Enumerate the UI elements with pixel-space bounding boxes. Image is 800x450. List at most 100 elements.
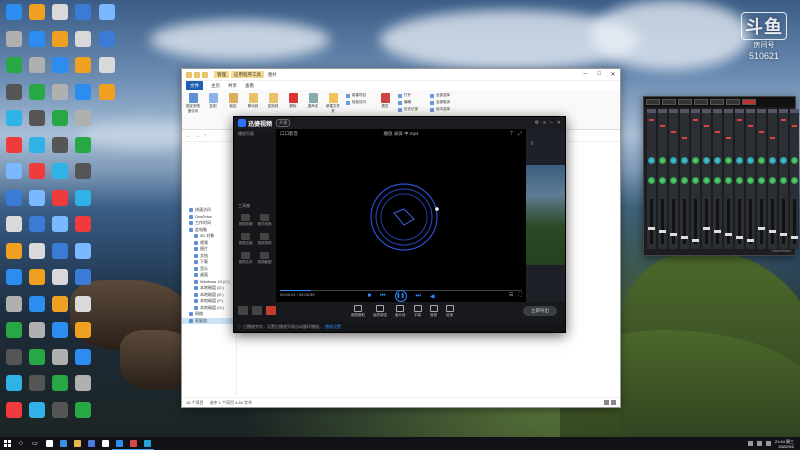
fader-cap[interactable] xyxy=(736,236,743,239)
select-none-button[interactable]: 全部取消 xyxy=(430,100,456,105)
mixer-button[interactable] xyxy=(662,99,676,105)
desktop-shortcut[interactable] xyxy=(25,83,49,114)
desktop-shortcut[interactable] xyxy=(2,30,26,61)
gain-knob[interactable] xyxy=(714,157,721,164)
desktop-shortcut[interactable] xyxy=(2,375,26,405)
fader-cap[interactable] xyxy=(659,230,666,233)
gain-knob[interactable] xyxy=(648,157,655,164)
desktop-shortcut[interactable] xyxy=(48,30,72,61)
pause-button[interactable]: ❚❚ xyxy=(394,290,407,302)
mixer-channel[interactable] xyxy=(735,109,744,249)
video-player-window[interactable]: 迅捷视频 开通 ⚙ ≡ – ✕ 播放列表 工具箱 视频剪辑 格式转换 视频压缩 … xyxy=(233,116,566,333)
video-area[interactable]: 口口影音 播放 录屏 中.mp4 ⊤ ⤢ xyxy=(276,129,526,302)
desktop-shortcut[interactable] xyxy=(2,189,26,220)
fader-cap[interactable] xyxy=(747,239,754,242)
context-tab-picture[interactable]: 图片 xyxy=(268,72,277,78)
desktop-shortcut[interactable] xyxy=(71,4,95,34)
desktop-shortcut[interactable] xyxy=(25,295,49,326)
mixer-channel[interactable] xyxy=(790,109,799,249)
gain-knob[interactable] xyxy=(747,157,754,164)
gain-knob[interactable] xyxy=(725,157,732,164)
taskbar-app[interactable] xyxy=(84,437,98,450)
fader-cap[interactable] xyxy=(703,227,710,230)
mixer-channel[interactable] xyxy=(702,109,711,249)
minimize-icon[interactable]: – xyxy=(578,71,592,78)
desktop-shortcut[interactable] xyxy=(48,401,72,432)
desktop-shortcut[interactable] xyxy=(95,4,119,34)
tab-file[interactable]: 文件 xyxy=(186,81,203,90)
notice-link[interactable]: 播放设置 xyxy=(325,324,341,330)
desktop-shortcut[interactable] xyxy=(71,295,95,326)
pin-quick-access-button[interactable]: 固定到快速访问 xyxy=(186,93,200,126)
mixer-button[interactable] xyxy=(646,99,660,105)
volume-fader[interactable] xyxy=(672,199,675,244)
taskbar-app[interactable] xyxy=(70,437,84,450)
mixer-button[interactable] xyxy=(710,99,724,105)
taskbar-app[interactable] xyxy=(126,437,140,450)
pan-knob[interactable] xyxy=(758,177,765,184)
taskbar-app[interactable] xyxy=(56,437,70,450)
desktop-shortcut[interactable] xyxy=(2,216,26,246)
context-tab-manage[interactable]: 管理 xyxy=(214,71,229,78)
back-icon[interactable]: ← xyxy=(186,133,191,139)
pan-knob[interactable] xyxy=(769,177,776,184)
desktop-shortcut[interactable] xyxy=(71,57,95,87)
desktop-shortcut[interactable] xyxy=(48,375,72,405)
desktop-shortcut[interactable] xyxy=(25,242,49,273)
desktop-shortcut[interactable] xyxy=(71,83,95,114)
open-button[interactable]: 打开 xyxy=(398,93,424,98)
desktop-shortcut[interactable] xyxy=(25,4,49,34)
desktop-shortcut[interactable] xyxy=(2,57,26,87)
desktop-shortcut[interactable] xyxy=(48,110,72,140)
fader-cap[interactable] xyxy=(692,239,699,242)
desktop-shortcut[interactable] xyxy=(2,110,26,140)
pan-knob[interactable] xyxy=(648,177,655,184)
volume-fader[interactable] xyxy=(782,199,785,244)
video-cut-tool[interactable]: 视频剪辑 xyxy=(237,214,254,227)
desktop-shortcut[interactable] xyxy=(71,30,95,61)
desktop-shortcut[interactable] xyxy=(2,295,26,326)
volume-fader[interactable] xyxy=(694,199,697,244)
mixer-channel[interactable] xyxy=(691,109,700,249)
desktop-shortcut[interactable] xyxy=(2,83,26,114)
pan-knob[interactable] xyxy=(670,177,677,184)
desktop-shortcut[interactable] xyxy=(48,269,72,299)
desktop-shortcut[interactable] xyxy=(2,348,26,379)
mixer-button[interactable] xyxy=(678,99,692,105)
mixer-channel[interactable] xyxy=(757,109,766,249)
volume-icon[interactable] xyxy=(756,441,762,446)
mixer-button[interactable] xyxy=(694,99,708,105)
desktop-shortcut[interactable] xyxy=(71,401,95,432)
desktop-shortcut[interactable] xyxy=(71,163,95,193)
folder-icon[interactable] xyxy=(202,71,208,78)
mixer-record-button[interactable] xyxy=(742,99,756,105)
pan-knob[interactable] xyxy=(714,177,721,184)
forward-icon[interactable]: → xyxy=(195,133,200,139)
taskbar-app[interactable] xyxy=(42,437,56,450)
gain-knob[interactable] xyxy=(736,157,743,164)
start-button[interactable] xyxy=(0,437,14,450)
select-all-button[interactable]: 全部选择 xyxy=(430,93,456,98)
history-button[interactable]: 历史记录 xyxy=(398,107,424,112)
desktop-shortcut[interactable] xyxy=(2,401,26,432)
playlist-icon[interactable]: ☰ xyxy=(509,292,513,298)
search-icon[interactable]: ○ xyxy=(14,437,28,450)
taskbar-app[interactable] xyxy=(112,437,126,450)
pan-knob[interactable] xyxy=(780,177,787,184)
desktop-shortcut[interactable] xyxy=(71,322,95,352)
mixer-channel[interactable] xyxy=(669,109,678,249)
desktop-shortcut[interactable] xyxy=(95,30,119,61)
desktop-shortcut[interactable] xyxy=(48,216,72,246)
format-convert-tool[interactable]: 格式转换 xyxy=(256,214,273,227)
explorer-titlebar[interactable]: 管理 应用程序工具 图片 – □ ✕ xyxy=(182,69,620,81)
desktop-shortcut[interactable] xyxy=(25,189,49,220)
volume-fader[interactable] xyxy=(716,199,719,244)
desktop-shortcut[interactable] xyxy=(2,322,26,352)
large-icons-view-icon[interactable] xyxy=(611,400,616,405)
gain-knob[interactable] xyxy=(703,157,710,164)
desktop-shortcut[interactable] xyxy=(71,216,95,246)
desktop-shortcut[interactable] xyxy=(2,4,26,34)
folder-icon[interactable] xyxy=(186,71,192,78)
gain-knob[interactable] xyxy=(670,157,677,164)
video-merge-tool[interactable]: 视频合并 xyxy=(237,252,254,265)
